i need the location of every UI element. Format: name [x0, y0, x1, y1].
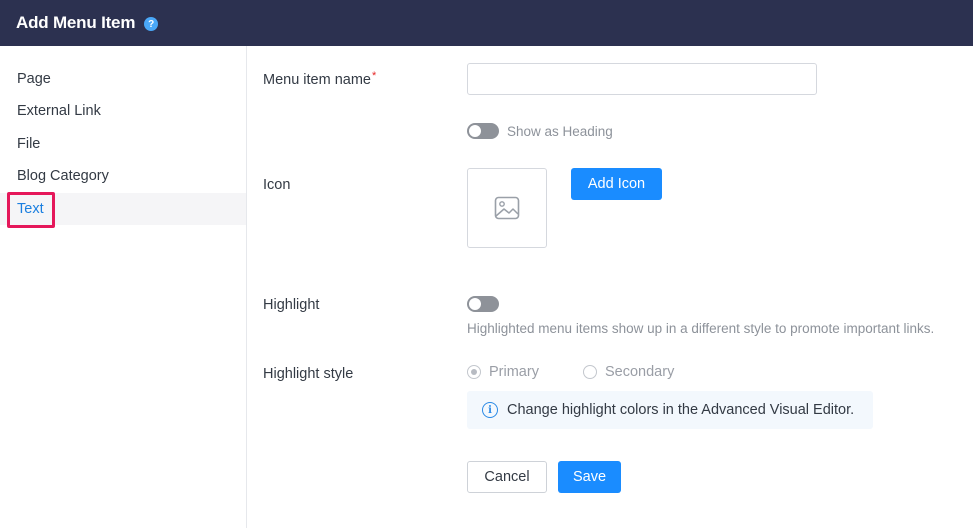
radio-secondary[interactable] — [583, 365, 597, 379]
highlight-hint: Highlighted menu items show up in a diff… — [467, 321, 935, 336]
dialog-title: Add Menu Item — [16, 13, 136, 32]
highlight-toggle[interactable] — [467, 296, 499, 312]
save-button[interactable]: Save — [558, 461, 621, 493]
help-icon[interactable]: ? — [144, 17, 159, 31]
add-icon-button[interactable]: Add Icon — [571, 168, 662, 200]
sidebar-item-file[interactable]: File — [0, 128, 246, 160]
icon-preview-box[interactable] — [467, 168, 547, 248]
radio-secondary-label[interactable]: Secondary — [605, 364, 674, 380]
sidebar-item-text[interactable]: Text — [0, 193, 246, 225]
sidebar-item-external-link[interactable]: External Link — [0, 95, 246, 127]
info-text: Change highlight colors in the Advanced … — [507, 402, 855, 418]
highlight-style-label: Highlight style — [263, 366, 354, 382]
sidebar-item-page[interactable]: Page — [0, 63, 246, 95]
dialog-header: Add Menu Item ? — [0, 0, 973, 46]
highlight-label: Highlight — [263, 297, 320, 313]
image-icon — [494, 196, 520, 220]
menu-type-sidebar: Page External Link File Blog Category Te… — [0, 46, 247, 528]
radio-primary-label[interactable]: Primary — [489, 364, 539, 380]
info-icon: i — [482, 402, 498, 418]
sidebar-item-blog-category[interactable]: Blog Category — [0, 160, 246, 192]
cancel-button[interactable]: Cancel — [467, 461, 547, 493]
radio-primary[interactable] — [467, 365, 481, 379]
required-mark: * — [372, 70, 377, 82]
icon-label: Icon — [263, 177, 291, 193]
info-banner: i Change highlight colors in the Advance… — [467, 391, 873, 429]
menu-item-name-input[interactable] — [467, 63, 817, 95]
show-as-heading-label: Show as Heading — [507, 124, 613, 139]
menu-item-name-label: Menu item name* — [263, 70, 377, 88]
show-as-heading-toggle[interactable] — [467, 123, 499, 139]
